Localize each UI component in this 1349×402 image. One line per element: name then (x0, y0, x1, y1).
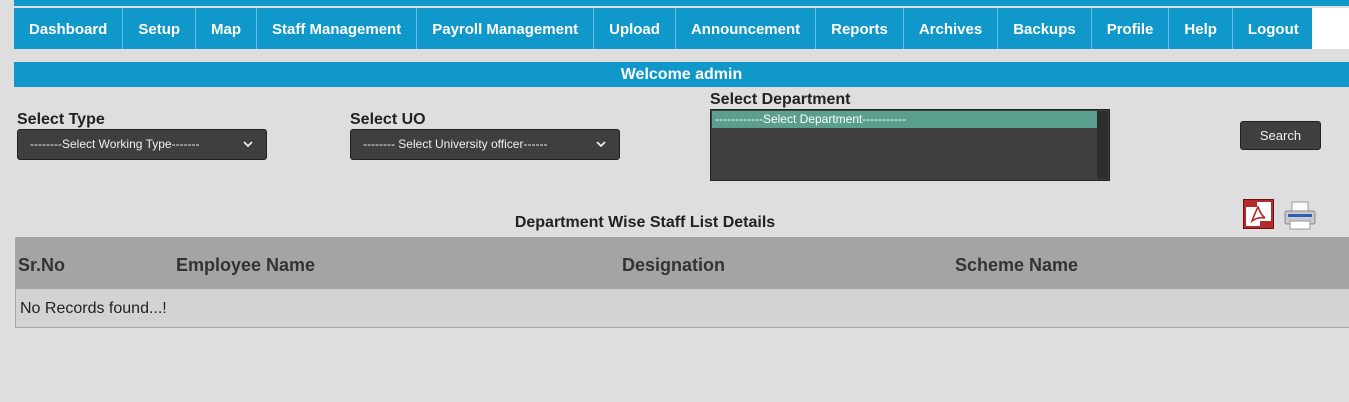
column-header-sr-no: Sr.No (18, 255, 66, 275)
printer-icon[interactable] (1284, 201, 1316, 230)
chevron-down-icon (596, 141, 606, 148)
welcome-banner: Welcome admin (14, 62, 1349, 87)
nav-item-help[interactable]: Help (1169, 8, 1233, 49)
nav-item-setup[interactable]: Setup (123, 8, 197, 49)
department-listbox[interactable]: ------------Select Department----------- (710, 109, 1110, 181)
select-uo-value: -------- Select University officer------ (363, 137, 548, 151)
table-row: No Records found...! (16, 289, 1349, 327)
nav-item-staff-management[interactable]: Staff Management (257, 8, 418, 49)
nav-item-payroll-management[interactable]: Payroll Management (417, 8, 595, 49)
nav-item-dashboard[interactable]: Dashboard (14, 8, 124, 49)
nav-item-logout[interactable]: Logout (1232, 8, 1312, 49)
column-header-employee-name: Employee Name (176, 255, 316, 275)
empty-message: No Records found...! (20, 300, 167, 317)
staff-table: Sr.No Employee Name Designation Scheme N… (15, 237, 1349, 328)
select-department-label: Select Department (710, 91, 851, 108)
nav-item-backups[interactable]: Backups (998, 8, 1092, 49)
nav-item-upload[interactable]: Upload (594, 8, 676, 49)
select-uo-label: Select UO (350, 111, 426, 128)
nav-item-archives[interactable]: Archives (903, 8, 999, 49)
nav-item-reports[interactable]: Reports (816, 8, 904, 49)
listbox-scrollbar[interactable] (1097, 111, 1108, 179)
nav-item-announcement[interactable]: Announcement (675, 8, 817, 49)
chevron-down-icon (243, 141, 253, 148)
search-button[interactable]: Search (1240, 121, 1321, 150)
select-uo-dropdown[interactable]: -------- Select University officer------ (350, 129, 620, 160)
table-header: Sr.No Employee Name Designation Scheme N… (16, 238, 1349, 289)
select-type-label: Select Type (17, 111, 105, 128)
select-type-value: --------Select Working Type------- (30, 137, 200, 151)
column-header-scheme-name: Scheme Name (955, 255, 1079, 275)
main-nav: Dashboard Setup Map Staff Management Pay… (14, 8, 1349, 49)
column-header-designation: Designation (622, 255, 726, 275)
nav-item-map[interactable]: Map (196, 8, 258, 49)
top-accent-bar (14, 0, 1349, 6)
department-option[interactable]: ------------Select Department----------- (712, 111, 1098, 128)
nav-item-profile[interactable]: Profile (1091, 8, 1170, 49)
list-title: Department Wise Staff List Details (514, 214, 776, 231)
select-type-dropdown[interactable]: --------Select Working Type------- (17, 129, 267, 160)
